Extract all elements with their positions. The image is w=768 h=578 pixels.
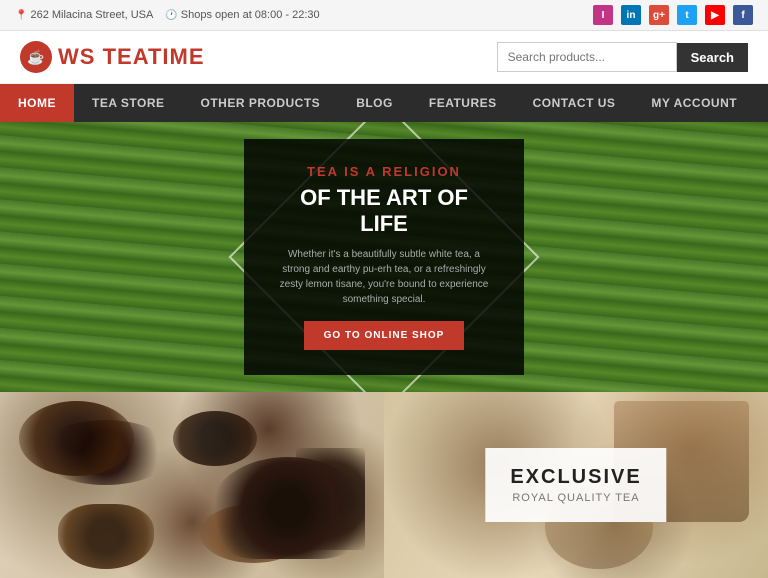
exclusive-content-box: EXCLUSIVE ROYAL QUALITY TEA — [485, 448, 666, 522]
google-icon[interactable]: g+ — [649, 5, 669, 25]
hero-overlay: TEA IS A RELIGION OF THE ART OF LIFE Whe… — [0, 122, 768, 392]
tea-bowl-2 — [173, 411, 257, 467]
social-icons: I in g+ t ▶ f — [593, 5, 753, 25]
logo[interactable]: ☕ WS TEATIME — [20, 41, 205, 73]
search-bar: Search — [497, 42, 748, 72]
search-input[interactable] — [497, 42, 677, 72]
top-bar: 262 Milacina Street, USA Shops open at 0… — [0, 0, 768, 31]
hours-text: Shops open at 08:00 - 22:30 — [181, 9, 320, 21]
nav-item-features[interactable]: FEATURES — [411, 84, 515, 122]
logo-prefix: WS — [58, 44, 95, 69]
hero-cta-button[interactable]: GO TO ONLINE SHOP — [304, 321, 465, 350]
linkedin-icon[interactable]: in — [621, 5, 641, 25]
pin-icon — [15, 10, 27, 21]
logo-icon: ☕ — [20, 41, 52, 73]
hero-description: Whether it's a beautifully subtle white … — [274, 247, 494, 307]
tea-sticks — [296, 448, 365, 550]
exclusive-section: EXCLUSIVE ROYAL QUALITY TEA — [384, 392, 768, 578]
tea-items-image — [0, 392, 384, 578]
header: ☕ WS TEATIME Search — [0, 31, 768, 84]
tea-items-photo — [0, 392, 384, 578]
hero-content-box: TEA IS A RELIGION OF THE ART OF LIFE Whe… — [244, 139, 524, 376]
instagram-icon[interactable]: I — [593, 5, 613, 25]
hero-subtitle: TEA IS A RELIGION — [274, 164, 494, 179]
exclusive-subtitle: ROYAL QUALITY TEA — [510, 492, 641, 504]
nav-item-home[interactable]: HOME — [0, 84, 74, 122]
nav-item-blog[interactable]: BLOG — [338, 84, 411, 122]
logo-suffix: TEATIME — [103, 44, 205, 69]
tea-powder — [200, 504, 308, 564]
location-info: 262 Milacina Street, USA Shops open at 0… — [15, 9, 320, 21]
facebook-icon[interactable]: f — [733, 5, 753, 25]
hero-title: OF THE ART OF LIFE — [274, 185, 494, 238]
nav-item-tea-store[interactable]: TEA STORE — [74, 84, 183, 122]
address-info: 262 Milacina Street, USA — [15, 9, 153, 21]
logo-text: WS TEATIME — [58, 44, 205, 70]
nav-item-account[interactable]: MY ACCOUNT — [633, 84, 755, 122]
nav-item-contact[interactable]: CONTACT US — [515, 84, 634, 122]
hero-section: TEA IS A RELIGION OF THE ART OF LIFE Whe… — [0, 122, 768, 392]
nav: HOME TEA STORE OTHER PRODUCTS BLOG FEATU… — [0, 84, 768, 122]
exclusive-title: EXCLUSIVE — [510, 466, 641, 489]
tea-bowl-3 — [58, 504, 154, 569]
hours-info: Shops open at 08:00 - 22:30 — [165, 9, 319, 21]
twitter-icon[interactable]: t — [677, 5, 697, 25]
nav-item-other-products[interactable]: OTHER PRODUCTS — [183, 84, 339, 122]
address-text: 262 Milacina Street, USA — [30, 9, 153, 21]
bottom-section: EXCLUSIVE ROYAL QUALITY TEA — [0, 392, 768, 578]
youtube-icon[interactable]: ▶ — [705, 5, 725, 25]
tea-bowl-1 — [19, 401, 134, 475]
search-button[interactable]: Search — [677, 43, 748, 72]
clock-icon — [165, 10, 177, 21]
